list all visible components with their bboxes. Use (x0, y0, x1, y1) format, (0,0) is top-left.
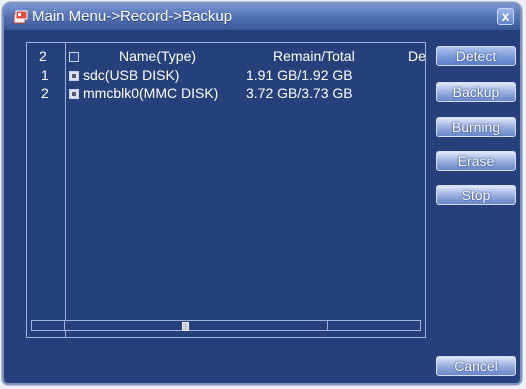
header-device[interactable]: De (408, 48, 425, 64)
row-checkbox[interactable] (69, 89, 79, 99)
stop-button[interactable]: Stop (436, 185, 516, 205)
horizontal-scrollbar[interactable] (31, 320, 421, 331)
row-remain-total: 3.72 GB/3.73 GB (246, 85, 353, 101)
header-index: 2 (39, 48, 47, 64)
header-name[interactable]: Name(Type) (119, 48, 196, 64)
scrollbar-thumb[interactable] (182, 322, 189, 331)
row-index: 2 (41, 85, 49, 101)
close-button[interactable]: x (497, 8, 514, 25)
backup-button[interactable]: Backup (436, 82, 516, 102)
row-checkbox[interactable] (69, 71, 79, 81)
detect-button[interactable]: Detect (436, 46, 516, 66)
erase-button[interactable]: Erase (436, 151, 516, 171)
close-icon: x (501, 8, 510, 24)
column-divider (65, 43, 66, 337)
scrollbar-divider (327, 321, 328, 330)
window-title: Main Menu->Record->Backup (32, 8, 233, 25)
device-list: 2 Name(Type) Remain/Total De 1 sdc(USB D… (26, 42, 426, 338)
title-bar[interactable]: Main Menu->Record->Backup x (4, 4, 520, 30)
scrollbar-divider (64, 321, 65, 330)
backup-dialog: Main Menu->Record->Backup x 2 Name(Type)… (2, 2, 522, 385)
row-remain-total: 1.91 GB/1.92 GB (246, 67, 353, 83)
row-index: 1 (41, 67, 49, 83)
select-all-checkbox[interactable] (69, 52, 79, 62)
row-name: sdc(USB DISK) (83, 67, 180, 83)
header-remain-total[interactable]: Remain/Total (273, 48, 355, 64)
cancel-button[interactable]: Cancel (436, 356, 516, 376)
app-icon (13, 10, 28, 24)
burning-button[interactable]: Burning (436, 117, 516, 137)
row-name: mmcblk0(MMC DISK) (83, 85, 219, 101)
